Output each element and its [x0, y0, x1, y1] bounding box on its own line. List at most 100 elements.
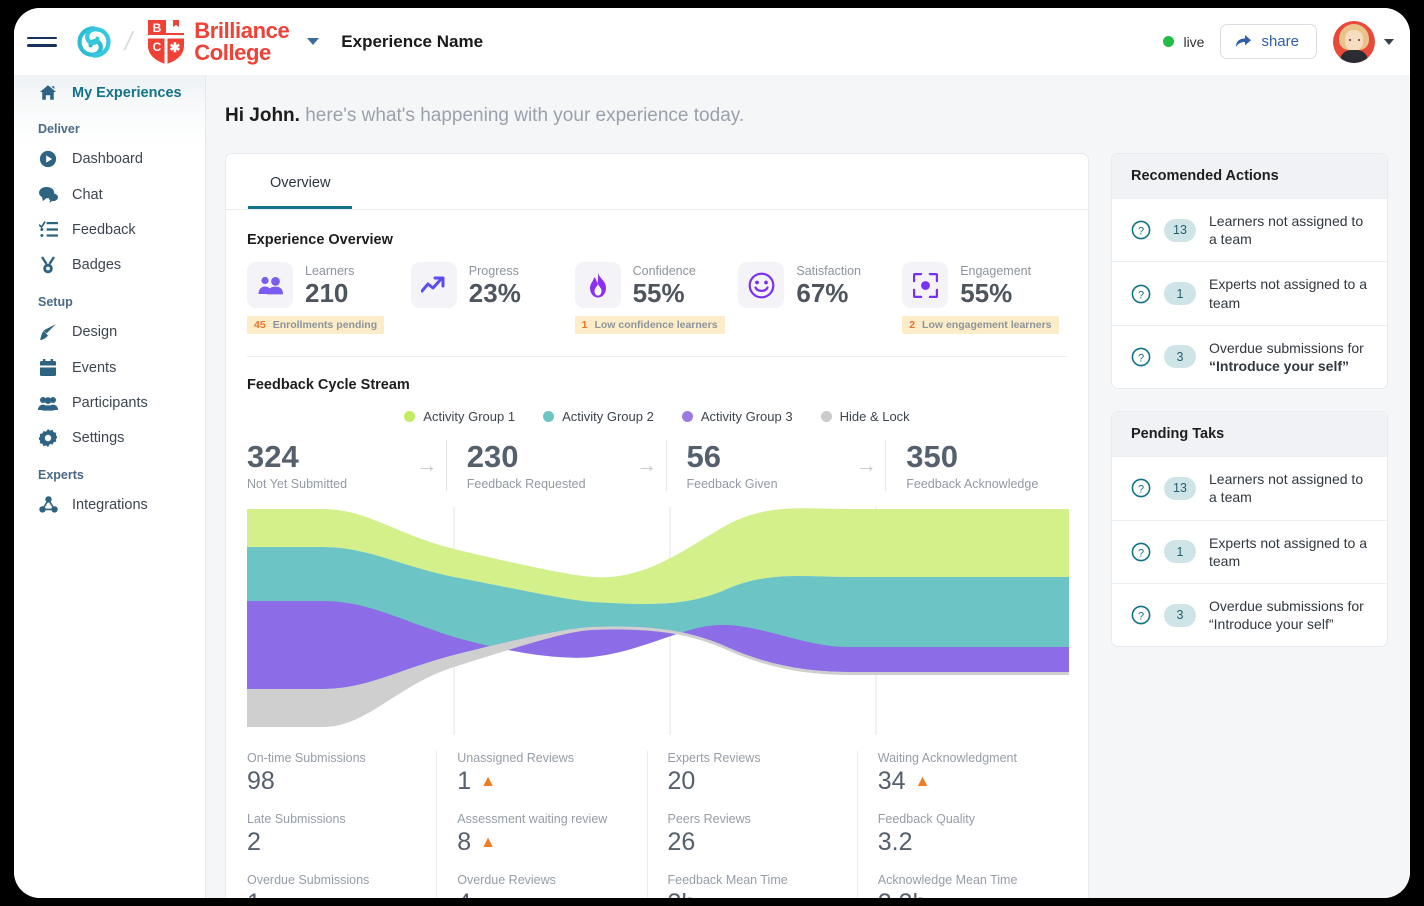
college-name-line2: College — [194, 39, 271, 65]
stage-value: 56 — [686, 439, 721, 474]
sidebar-group-experts: Experts — [38, 468, 84, 482]
sidebar-item-feedback[interactable]: Feedback — [14, 212, 205, 247]
sidebar-item-label: Badges — [72, 257, 122, 273]
panel-title: Recomended Actions — [1112, 154, 1387, 198]
app-header: / B C ✱ Brilliance College Experience Na… — [14, 8, 1410, 75]
share-button-label: share — [1261, 33, 1299, 50]
sidebar-item-my-experiences[interactable]: My Experiences — [14, 75, 205, 110]
metric-learners: Learners 210 45 Enrollments pending — [247, 262, 411, 334]
sidebar-item-integrations[interactable]: Integrations — [14, 487, 205, 522]
question-circle-icon[interactable]: ? — [1131, 347, 1151, 367]
warning-triangle-icon: ▲ — [914, 772, 931, 790]
stats-column-submissions: On-time Submissions 98 Late Submissions … — [247, 751, 436, 898]
stat-value: 26 — [667, 828, 696, 857]
chevron-down-icon[interactable] — [307, 38, 320, 45]
panel-title: Pending Taks — [1112, 412, 1387, 457]
stage-label: Feedback Acknowledge — [906, 477, 1039, 492]
task-text: Overdue submissions for “Introduce your … — [1209, 597, 1364, 633]
arrow-right-icon: → — [416, 453, 438, 477]
focus-target-icon — [902, 262, 949, 308]
sidebar-item-label: Feedback — [72, 221, 136, 238]
experience-name-title: Experience Name — [341, 31, 484, 51]
svg-text:C: C — [153, 40, 162, 54]
question-circle-icon[interactable]: ? — [1131, 605, 1151, 625]
avatar[interactable] — [1333, 20, 1375, 63]
stage-value: 230 — [466, 439, 519, 474]
legend-item-activity-group-3[interactable]: Activity Group 3 — [681, 409, 793, 424]
college-name-line1: Brilliance — [194, 18, 290, 44]
stat-label: On-time Submissions — [247, 751, 366, 766]
sidebar-item-label: Participants — [72, 395, 148, 411]
count-badge: 1 — [1164, 282, 1196, 306]
question-circle-icon[interactable]: ? — [1131, 542, 1151, 562]
question-circle-icon[interactable]: ? — [1131, 478, 1151, 498]
recommended-action-row[interactable]: ? 1 Experts not assigned to a team — [1112, 261, 1387, 324]
count-badge: 3 — [1164, 345, 1196, 369]
hamburger-menu-icon[interactable] — [27, 32, 57, 52]
stat-label: Peers Reviews — [667, 812, 751, 827]
app-screen: / B C ✱ Brilliance College Experience Na… — [14, 8, 1410, 898]
metric-badge-text: Low confidence learners — [594, 319, 718, 331]
user-menu[interactable] — [1333, 20, 1394, 63]
stats-column-expert-peer: Experts Reviews 20 Peers Reviews 26 Feed… — [646, 751, 857, 898]
svg-text:?: ? — [1138, 226, 1144, 238]
stat-value: 3.2 — [877, 828, 913, 857]
sidebar-item-participants[interactable]: Participants — [14, 386, 205, 420]
legend-item-activity-group-1[interactable]: Activity Group 1 — [404, 409, 515, 424]
sidebar-item-label: Dashboard — [72, 151, 143, 167]
legend-item-hide-and-lock[interactable]: Hide & Lock — [820, 409, 910, 424]
sidebar-item-settings[interactable]: Settings — [14, 420, 205, 456]
tab-overview[interactable]: Overview — [248, 154, 353, 209]
sidebar-item-events[interactable]: Events — [14, 350, 205, 386]
sidebar-item-label: My Experiences — [72, 84, 182, 101]
legend-item-activity-group-2[interactable]: Activity Group 2 — [543, 409, 654, 424]
pending-task-row[interactable]: ? 3 Overdue submissions for “Introduce y… — [1112, 582, 1387, 646]
brilliance-college-logo[interactable]: B C ✱ Brilliance College — [146, 18, 290, 65]
smiley-icon — [738, 262, 785, 308]
chat-bubbles-icon — [38, 186, 58, 203]
metric-value: 23% — [468, 277, 521, 308]
stage-label: Not Yet Submitted — [247, 477, 348, 492]
stat-value: 20 — [667, 767, 696, 796]
recommended-action-row[interactable]: ? 3 Overdue submissions for “Introduce y… — [1112, 324, 1387, 388]
action-text: Overdue submissions for “Introduce your … — [1209, 339, 1370, 375]
sidebar-group-deliver: Deliver — [38, 122, 80, 136]
question-circle-icon[interactable]: ? — [1131, 284, 1151, 304]
sidebar-item-chat[interactable]: Chat — [14, 177, 205, 212]
metric-badge-count: 45 — [254, 319, 266, 331]
stat-overdue-submissions: Overdue Submissions 1 — [247, 873, 436, 898]
stat-feedback-mean-time: Feedback Mean Time 3h — [668, 873, 857, 898]
right-sidebar-panels: Recomended Actions ? 13 Learners not ass… — [1111, 153, 1388, 898]
metric-badge: 2 Low engagement learners — [902, 316, 1059, 334]
stage-label: Feedback Given — [686, 477, 778, 492]
tab-label: Overview — [270, 175, 331, 191]
metric-satisfaction: Satisfaction 67% — [738, 262, 902, 334]
stat-label: Experts Reviews — [667, 751, 761, 766]
pending-task-row[interactable]: ? 1 Experts not assigned to a team — [1112, 519, 1387, 583]
main-content: Hi John. here's what's happening with yo… — [206, 75, 1410, 898]
chevron-down-icon[interactable] — [1384, 38, 1394, 45]
stat-waiting-acknowledgment: Waiting Acknowledgment 34 ▲ — [878, 751, 1067, 796]
share-button[interactable]: share — [1220, 24, 1317, 59]
nodes-icon — [38, 496, 58, 513]
recommended-action-row[interactable]: ? 13 Learners not assigned to a team — [1112, 198, 1387, 261]
stat-feedback-quality: Feedback Quality 3.2 — [878, 812, 1067, 857]
stat-value: 3h — [668, 889, 696, 898]
legend-label: Activity Group 1 — [423, 409, 516, 424]
question-circle-icon[interactable]: ? — [1131, 220, 1151, 240]
svg-text:✱: ✱ — [170, 40, 181, 55]
sidebar-item-dashboard[interactable]: Dashboard — [14, 141, 205, 177]
stat-late-submissions: Late Submissions 2 — [247, 812, 436, 857]
pending-task-row[interactable]: ? 13 Learners not assigned to a team — [1112, 456, 1387, 519]
greeting-header: Hi John. here's what's happening with yo… — [206, 75, 1410, 127]
sidebar-item-badges[interactable]: Badges — [14, 247, 205, 283]
stat-value: 4 — [457, 889, 471, 898]
tab-bar: Overview — [226, 154, 1088, 210]
stage-value: 324 — [247, 439, 299, 474]
metric-value: 55% — [960, 277, 1013, 308]
sidebar-item-label: Chat — [72, 186, 103, 203]
spiral-logo-icon[interactable] — [77, 25, 111, 59]
sidebar-item-design[interactable]: Design — [14, 314, 205, 350]
college-crest-icon: B C ✱ — [148, 20, 185, 64]
action-text: Learners not assigned to a team — [1209, 213, 1364, 248]
